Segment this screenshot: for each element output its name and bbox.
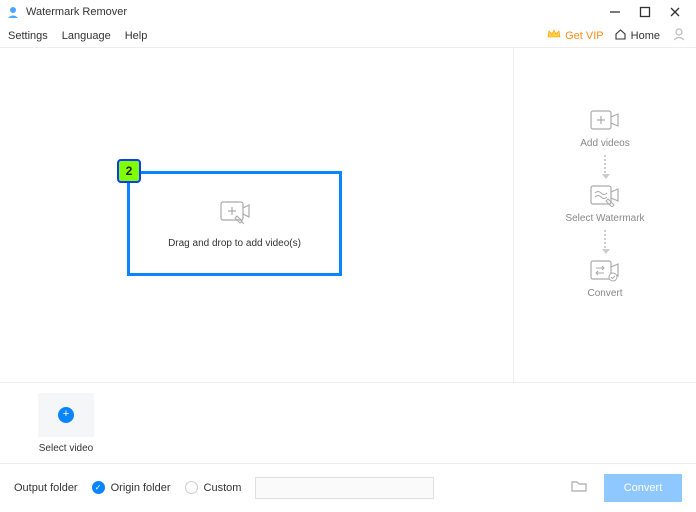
step-select-label: Select Watermark xyxy=(565,213,644,224)
app-title: Watermark Remover xyxy=(26,6,608,18)
minimize-button[interactable] xyxy=(608,5,622,19)
output-path-input[interactable] xyxy=(255,477,434,499)
steps-sidebar: Add videos Select Watermark Convert xyxy=(513,48,696,382)
app-icon xyxy=(6,5,20,19)
menu-settings[interactable]: Settings xyxy=(8,30,48,42)
titlebar: Watermark Remover xyxy=(0,0,696,24)
center-pane: 2 Drag and drop to add video(s) xyxy=(0,48,513,382)
select-video-tile: + xyxy=(38,393,94,437)
add-videos-icon xyxy=(588,108,622,132)
step-connector xyxy=(604,230,606,252)
select-watermark-icon xyxy=(588,183,622,207)
select-video-label: Select video xyxy=(39,443,93,454)
home-label: Home xyxy=(631,30,660,42)
radio-unchecked-icon xyxy=(185,481,198,494)
step-add-label: Add videos xyxy=(580,138,629,149)
convert-button[interactable]: Convert xyxy=(604,474,682,502)
browse-folder-button[interactable] xyxy=(568,477,590,499)
window-controls xyxy=(608,5,682,19)
get-vip-button[interactable]: Get VIP xyxy=(547,28,604,43)
home-button[interactable]: Home xyxy=(614,28,660,44)
main-area: 2 Drag and drop to add video(s) Add vide… xyxy=(0,48,696,382)
maximize-button[interactable] xyxy=(638,5,652,19)
queue-bar: + Select video xyxy=(0,383,696,463)
step-convert[interactable]: Convert xyxy=(587,258,622,299)
folder-icon xyxy=(570,478,588,497)
step-connector xyxy=(604,155,606,177)
custom-folder-label: Custom xyxy=(204,482,242,494)
custom-folder-radio[interactable]: Custom xyxy=(185,481,242,494)
plus-icon: + xyxy=(58,407,74,423)
dropzone[interactable]: Drag and drop to add video(s) xyxy=(127,171,342,276)
step-badge: 2 xyxy=(117,159,141,183)
close-button[interactable] xyxy=(668,5,682,19)
menu-language[interactable]: Language xyxy=(62,30,111,42)
origin-folder-radio[interactable]: Origin folder xyxy=(92,481,171,494)
radio-checked-icon xyxy=(92,481,105,494)
home-icon xyxy=(614,28,627,44)
step-convert-label: Convert xyxy=(587,288,622,299)
origin-folder-label: Origin folder xyxy=(111,482,171,494)
step-select-watermark[interactable]: Select Watermark xyxy=(565,183,644,224)
user-button[interactable] xyxy=(670,27,688,45)
add-video-icon xyxy=(218,199,252,228)
select-video-button[interactable]: + Select video xyxy=(38,393,94,454)
get-vip-label: Get VIP xyxy=(565,30,604,42)
menu-help[interactable]: Help xyxy=(125,30,148,42)
crown-icon xyxy=(547,28,561,43)
user-icon xyxy=(671,26,687,45)
menubar: Settings Language Help Get VIP Home xyxy=(0,24,696,48)
convert-button-label: Convert xyxy=(624,482,663,494)
dropzone-label: Drag and drop to add video(s) xyxy=(168,238,301,249)
output-folder-label: Output folder xyxy=(14,482,78,494)
convert-icon xyxy=(588,258,622,282)
footer: Output folder Origin folder Custom Conve… xyxy=(0,463,696,511)
step-add-videos[interactable]: Add videos xyxy=(580,108,629,149)
